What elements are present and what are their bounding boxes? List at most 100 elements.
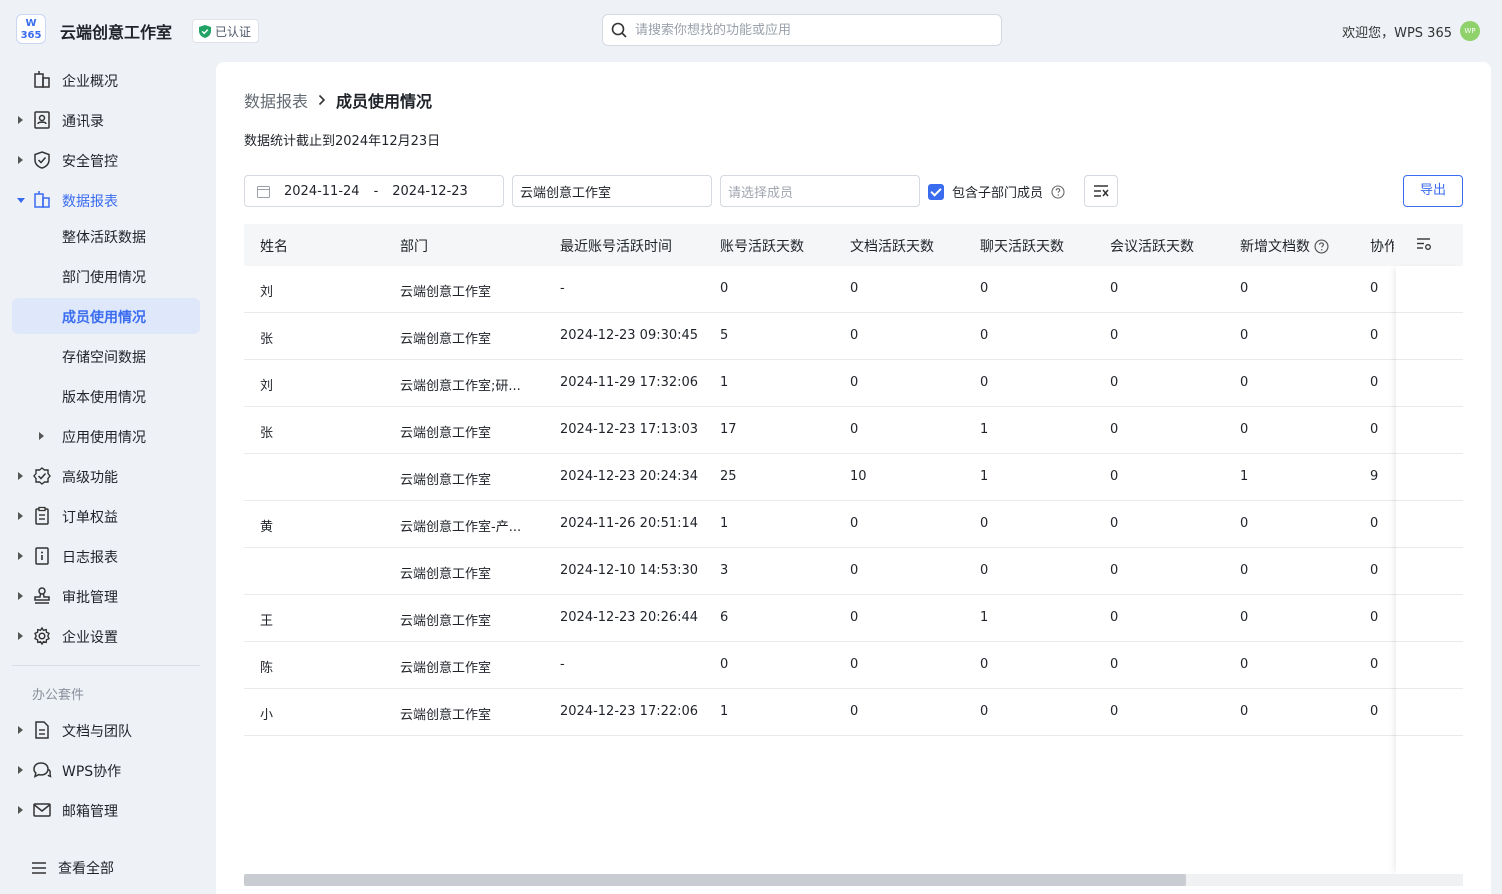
cell-last-active: 2024-11-26 20:51:14 <box>560 516 699 531</box>
cell-dept: 云端创意工作室 <box>400 708 492 723</box>
help-icon[interactable] <box>1314 239 1329 254</box>
table-row[interactable]: 黄 云端创意工作室-产... 2024-11-26 20:51:14 1 0 0 0 0 0 <box>244 501 1463 548</box>
view-all-button[interactable]: 查看全部 <box>32 858 114 878</box>
cell-account-days: 6 <box>720 610 729 625</box>
cell-doc-days: 0 <box>850 610 859 625</box>
fixed-action-column <box>1396 266 1463 874</box>
sidebar-item-overview[interactable]: 企业概况 <box>12 62 200 98</box>
sidebar-item-docs-teams[interactable]: 文档与团队 <box>12 712 200 748</box>
sidebar-item-wps-collab[interactable]: WPS协作 <box>12 752 200 788</box>
column-header-account-days[interactable]: 账号活跃天数 <box>720 236 804 256</box>
cell-account-days: 3 <box>720 563 729 578</box>
badge-check-icon <box>33 467 51 485</box>
search-input[interactable] <box>635 22 975 38</box>
cell-new-docs: 0 <box>1240 516 1249 531</box>
shield-check-icon <box>34 151 50 169</box>
table-row[interactable]: 陈 云端创意工作室 - 0 0 0 0 0 0 <box>244 642 1463 689</box>
column-header-new-docs[interactable]: 新增文档数 <box>1240 236 1329 256</box>
export-button[interactable]: 导出 <box>1403 175 1463 207</box>
user-avatar[interactable]: WP <box>1460 21 1480 41</box>
column-settings-icon[interactable] <box>1416 236 1432 252</box>
include-subdept-checkbox[interactable] <box>928 183 944 200</box>
department-select[interactable]: 云端创意工作室 <box>512 175 712 207</box>
caret-right-icon <box>18 726 23 734</box>
member-usage-table: 姓名 部门 最近账号活跃时间 账号活跃天数 文档活跃天数 聊天活跃天数 会议活跃… <box>244 224 1463 874</box>
table-row[interactable]: 云端创意工作室 2024-12-23 20:24:34 25 10 1 0 1 9 <box>244 454 1463 501</box>
search-icon <box>611 22 627 38</box>
column-header-collab[interactable]: 协作 <box>1370 236 1394 256</box>
sidebar-item-advanced[interactable]: 高级功能 <box>12 458 200 494</box>
org-name: 云端创意工作室 <box>60 23 173 42</box>
cell-name: 小 <box>260 708 274 723</box>
column-header-chat-days[interactable]: 聊天活跃天数 <box>980 236 1064 256</box>
fixed-column-divider <box>1396 735 1463 736</box>
member-select[interactable]: 请选择成员 <box>720 175 920 207</box>
cell-account-days: 1 <box>720 375 729 390</box>
sidebar-item-approval[interactable]: 审批管理 <box>12 578 200 614</box>
cell-meeting-days: 0 <box>1110 516 1119 531</box>
sidebar-item-data-reports[interactable]: 数据报表 <box>12 182 200 218</box>
sidebar-item-security[interactable]: 安全管控 <box>12 142 200 178</box>
date-range-picker[interactable]: 2024-11-24 - 2024-12-23 <box>244 175 504 207</box>
breadcrumb-link-data-reports[interactable]: 数据报表 <box>244 88 308 112</box>
wps365-logo-icon[interactable]: W 365 <box>16 14 46 44</box>
cell-last-active: 2024-12-23 09:30:45 <box>560 328 699 343</box>
sidebar-item-logs[interactable]: 日志报表 <box>12 538 200 574</box>
cell-name: 陈 <box>260 661 274 676</box>
sidebar-subitem-overall-active[interactable]: 整体活跃数据 <box>12 218 200 254</box>
date-start: 2024-11-24 <box>284 183 360 199</box>
sidebar-item-label: 企业设置 <box>62 630 118 646</box>
sidebar-subitem-version-usage[interactable]: 版本使用情况 <box>12 378 200 414</box>
fixed-column-divider <box>1396 641 1463 642</box>
sidebar-item-label: 安全管控 <box>62 154 118 170</box>
cell-last-active: 2024-12-23 17:13:03 <box>560 422 699 437</box>
sidebar-divider <box>12 665 200 666</box>
clear-filter-button[interactable] <box>1084 175 1118 207</box>
sidebar-subitem-dept-usage[interactable]: 部门使用情况 <box>12 258 200 294</box>
table-row[interactable]: 小 云端创意工作室 2024-12-23 17:22:06 1 0 0 0 0 0 <box>244 689 1463 736</box>
fixed-column-divider <box>1396 312 1463 313</box>
sidebar-item-contacts[interactable]: 通讯录 <box>12 102 200 138</box>
table-row[interactable]: 云端创意工作室 2024-12-10 14:53:30 3 0 0 0 0 0 <box>244 548 1463 595</box>
building-icon <box>34 71 50 88</box>
table-row[interactable]: 刘 云端创意工作室 - 0 0 0 0 0 0 <box>244 266 1463 313</box>
sidebar-item-label: 数据报表 <box>62 194 118 210</box>
cell-doc-days: 0 <box>850 657 859 672</box>
certified-badge[interactable]: 已认证 <box>192 19 260 43</box>
cell-name: 王 <box>260 614 274 629</box>
sidebar-item-orders[interactable]: 订单权益 <box>12 498 200 534</box>
calendar-icon <box>257 185 270 198</box>
column-header-dept[interactable]: 部门 <box>400 236 428 256</box>
page-title: 成员使用情况 <box>336 92 433 111</box>
sidebar-item-label: 高级功能 <box>62 470 118 486</box>
cell-last-active: 2024-12-23 20:26:44 <box>560 610 699 625</box>
global-search[interactable] <box>602 14 1002 46</box>
help-icon[interactable] <box>1051 184 1065 199</box>
sidebar-subitem-storage[interactable]: 存储空间数据 <box>12 338 200 374</box>
include-subdept-toggle[interactable]: 包含子部门成员 <box>928 182 1065 201</box>
cell-dept: 云端创意工作室 <box>400 567 492 582</box>
include-subdept-label: 包含子部门成员 <box>952 186 1044 201</box>
sidebar-item-settings[interactable]: 企业设置 <box>12 618 200 654</box>
cell-collab: 0 <box>1370 375 1379 390</box>
horizontal-scrollbar[interactable] <box>244 874 1463 886</box>
sidebar-subitem-label: 整体活跃数据 <box>62 230 146 246</box>
table-row[interactable]: 刘 云端创意工作室;研... 2024-11-29 17:32:06 1 0 0 0 0 0 <box>244 360 1463 407</box>
cell-account-days: 0 <box>720 281 729 296</box>
sidebar-item-mail[interactable]: 邮箱管理 <box>12 792 200 828</box>
cell-collab: 0 <box>1370 328 1379 343</box>
scrollbar-thumb[interactable] <box>244 874 1186 886</box>
table-row[interactable]: 张 云端创意工作室 2024-12-23 17:13:03 17 0 1 0 0 0 <box>244 407 1463 454</box>
column-header-doc-days[interactable]: 文档活跃天数 <box>850 236 934 256</box>
table-row[interactable]: 王 云端创意工作室 2024-12-23 20:26:44 6 0 1 0 0 0 <box>244 595 1463 642</box>
sidebar-subitem-member-usage[interactable]: 成员使用情况 <box>12 298 200 334</box>
table-row[interactable]: 张 云端创意工作室 2024-12-23 09:30:45 5 0 0 0 0 0 <box>244 313 1463 360</box>
clear-filter-icon <box>1094 185 1109 197</box>
cell-dept: 云端创意工作室 <box>400 661 492 676</box>
column-header-name[interactable]: 姓名 <box>260 236 288 256</box>
column-header-last-active[interactable]: 最近账号活跃时间 <box>560 236 672 256</box>
column-header-meeting-days[interactable]: 会议活跃天数 <box>1110 236 1194 256</box>
cell-name: 刘 <box>260 379 274 394</box>
cell-new-docs: 0 <box>1240 657 1249 672</box>
sidebar-subitem-app-usage[interactable]: 应用使用情况 <box>12 418 200 454</box>
